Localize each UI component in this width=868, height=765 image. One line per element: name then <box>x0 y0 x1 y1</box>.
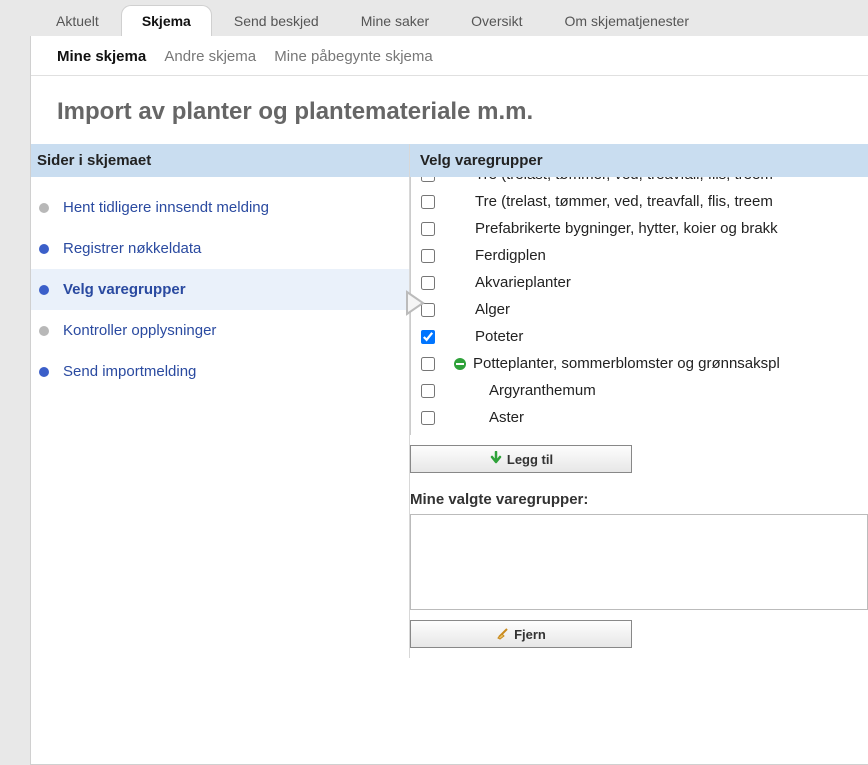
step-label: Velg varegrupper <box>63 281 186 298</box>
varegruppe-label: Argyranthemum <box>475 382 596 399</box>
varegruppe-list: Tre (trelast, tømmer, ved, treavfall, fl… <box>411 177 868 435</box>
tab-mine-saker[interactable]: Mine saker <box>341 6 449 36</box>
top-tabs: Aktuelt Skjema Send beskjed Mine saker O… <box>0 0 868 36</box>
arrow-down-icon <box>489 451 503 468</box>
tab-skjema[interactable]: Skjema <box>121 5 212 36</box>
bullet-icon <box>39 285 49 295</box>
step-registrer-nokkeldata[interactable]: Registrer nøkkeldata <box>31 228 409 269</box>
tab-oversikt[interactable]: Oversikt <box>451 6 542 36</box>
varegruppe-label: Poteter <box>475 328 523 345</box>
add-button[interactable]: Legg til <box>410 445 632 473</box>
step-send-importmelding[interactable]: Send importmelding <box>31 351 409 392</box>
varegruppe-label: Potteplanter, sommerblomster og grønnsak… <box>473 355 780 372</box>
step-label: Kontroller opplysninger <box>63 322 216 339</box>
step-label: Hent tidligere innsendt melding <box>63 199 269 216</box>
bullet-icon <box>39 244 49 254</box>
collapse-icon[interactable] <box>453 357 467 371</box>
step-label: Registrer nøkkeldata <box>63 240 201 257</box>
step-velg-varegrupper[interactable]: Velg varegrupper <box>31 269 409 310</box>
list-item[interactable]: Akvarieplanter <box>421 269 864 296</box>
list-item[interactable]: Ferdigplen <box>421 242 864 269</box>
content-header: Velg varegrupper <box>410 144 868 177</box>
page-title: Import av planter og plantemateriale m.m… <box>31 76 868 144</box>
subnav-mine-skjema[interactable]: Mine skjema <box>57 48 146 65</box>
step-hent-tidligere[interactable]: Hent tidligere innsendt melding <box>31 187 409 228</box>
bullet-icon <box>39 367 49 377</box>
step-kontroller-opplysninger[interactable]: Kontroller opplysninger <box>31 310 409 351</box>
list-item[interactable]: Argyranthemum <box>421 377 864 404</box>
checkbox[interactable] <box>421 411 435 425</box>
list-item[interactable]: Alger <box>421 296 864 323</box>
list-item[interactable]: Aster <box>421 404 864 431</box>
sub-nav: Mine skjema Andre skjema Mine påbegynte … <box>31 36 868 76</box>
tab-om-skjematjenester[interactable]: Om skjematjenester <box>545 6 709 36</box>
list-item[interactable]: Poteter <box>421 323 864 350</box>
list-item[interactable]: Tre (trelast, tømmer, ved, treavfall, fl… <box>421 188 864 215</box>
subnav-andre-skjema[interactable]: Andre skjema <box>164 48 256 65</box>
varegruppe-label: Tre (trelast, tømmer, ved, treavfall, fl… <box>475 177 773 183</box>
selected-varegrupper-header: Mine valgte varegrupper: <box>410 491 868 508</box>
checkbox[interactable] <box>421 195 435 209</box>
step-list: Hent tidligere innsendt melding Registre… <box>31 177 409 402</box>
checkbox[interactable] <box>421 249 435 263</box>
list-item[interactable]: Prefabrikerte bygninger, hytter, koier o… <box>421 215 864 242</box>
bullet-icon <box>39 203 49 213</box>
checkbox[interactable] <box>421 357 435 371</box>
sidebar-header: Sider i skjemaet <box>31 144 409 177</box>
varegruppe-label: Alger <box>475 301 510 318</box>
varegruppe-label: Prefabrikerte bygninger, hytter, koier o… <box>475 220 778 237</box>
list-item[interactable]: Tre (trelast, tømmer, ved, treavfall, fl… <box>421 177 864 188</box>
add-button-label: Legg til <box>507 452 553 467</box>
varegruppe-label: Tre (trelast, tømmer, ved, treavfall, fl… <box>475 193 773 210</box>
varegruppe-label: Aster <box>475 409 524 426</box>
tab-send-beskjed[interactable]: Send beskjed <box>214 6 339 36</box>
checkbox[interactable] <box>421 330 435 344</box>
checkbox[interactable] <box>421 177 435 182</box>
bullet-icon <box>39 326 49 336</box>
list-item[interactable]: Potteplanter, sommerblomster og grønnsak… <box>421 350 864 377</box>
checkbox[interactable] <box>421 384 435 398</box>
step-label: Send importmelding <box>63 363 196 380</box>
remove-button[interactable]: Fjern <box>410 620 632 648</box>
varegruppe-label: Ferdigplen <box>475 247 546 264</box>
tab-aktuelt[interactable]: Aktuelt <box>36 6 119 36</box>
subnav-mine-pabegynte[interactable]: Mine påbegynte skjema <box>274 48 432 65</box>
checkbox[interactable] <box>421 222 435 236</box>
selected-varegrupper-list[interactable] <box>410 514 868 610</box>
remove-button-label: Fjern <box>514 627 546 642</box>
broom-icon <box>496 626 510 643</box>
checkbox[interactable] <box>421 276 435 290</box>
varegruppe-label: Akvarieplanter <box>475 274 571 291</box>
